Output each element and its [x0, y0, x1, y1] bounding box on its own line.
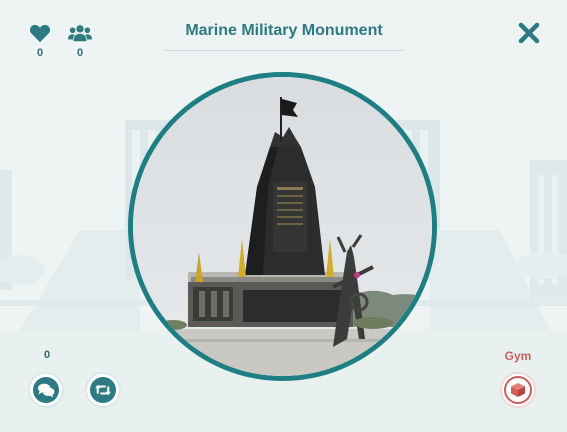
gym-label: Gym: [504, 349, 532, 363]
share-button-inner: [90, 377, 116, 403]
likes-count: 0: [36, 47, 44, 59]
followers-stat[interactable]: 0: [65, 23, 95, 59]
comments-count: 0: [43, 349, 51, 361]
page-title: Marine Military Monument: [164, 22, 404, 51]
likes-stat[interactable]: 0: [25, 23, 55, 59]
monument-image: [133, 77, 432, 376]
comments-button[interactable]: [28, 372, 64, 408]
comments-button-inner: [33, 377, 59, 403]
close-icon: [518, 22, 540, 44]
gym-button-inner: [504, 376, 532, 404]
cube-icon: [511, 383, 525, 397]
location-photo: [133, 77, 432, 376]
location-photo-frame: [128, 72, 437, 381]
followers-count: 0: [76, 47, 84, 59]
users-icon: [68, 25, 92, 42]
share-button[interactable]: [85, 372, 121, 408]
heart-icon: [29, 24, 51, 43]
retweet-icon: [95, 384, 111, 396]
close-button[interactable]: [518, 22, 540, 44]
chat-icon: [38, 383, 55, 398]
gym-button[interactable]: [500, 372, 536, 408]
